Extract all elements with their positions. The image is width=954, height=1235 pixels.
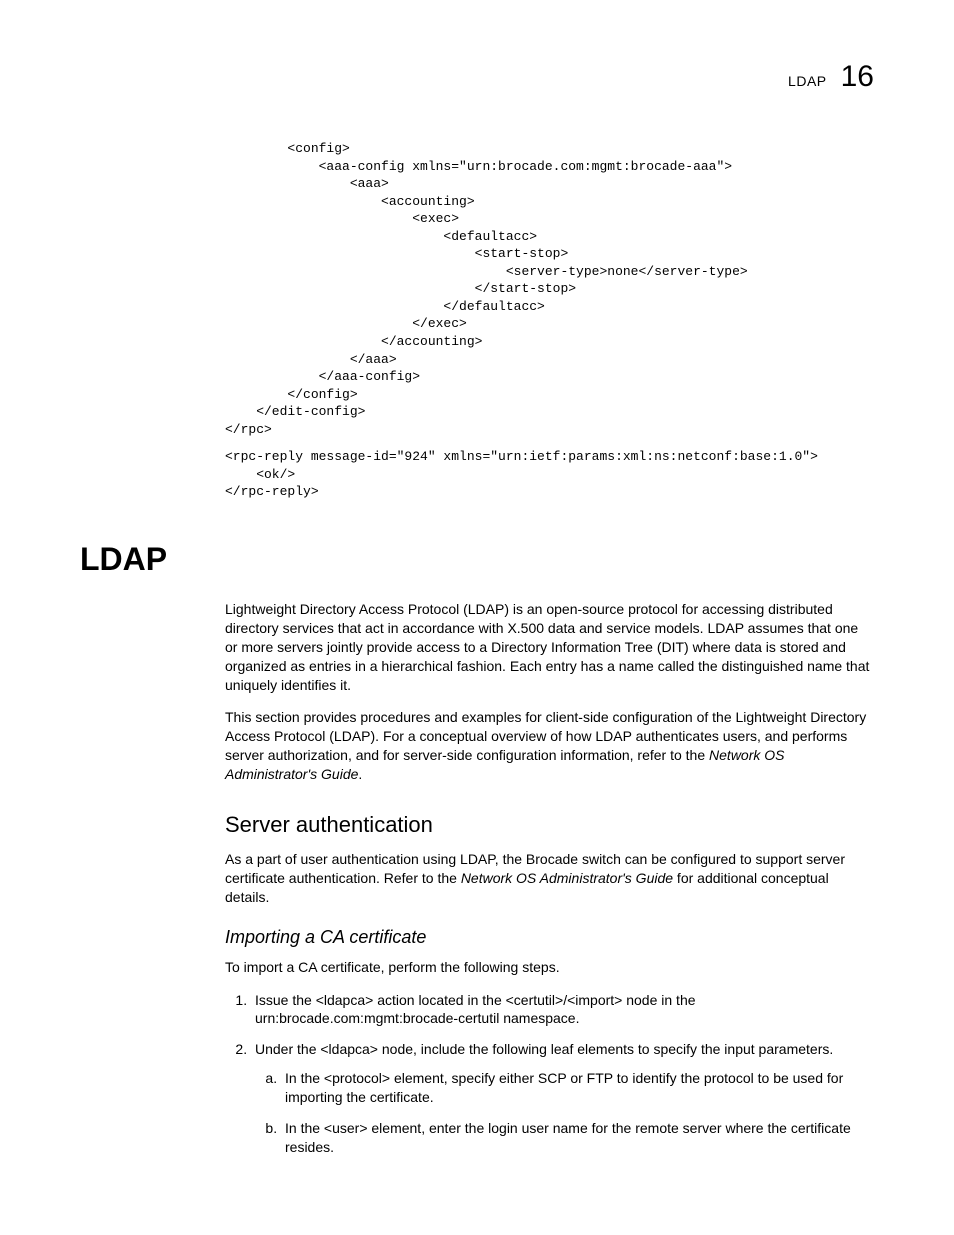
list-item: In the <protocol> element, specify eithe… — [281, 1069, 874, 1107]
code-block-reply: <rpc-reply message-id="924" xmlns="urn:i… — [225, 448, 874, 501]
code-block-config: <config> <aaa-config xmlns="urn:brocade.… — [225, 140, 874, 438]
substep-text: In the <protocol> element, specify eithe… — [285, 1070, 843, 1105]
paragraph: To import a CA certificate, perform the … — [225, 958, 874, 977]
body-text-block: Lightweight Directory Access Protocol (L… — [225, 600, 874, 784]
body-text-block: To import a CA certificate, perform the … — [225, 958, 874, 977]
running-header: LDAP 16 — [788, 60, 874, 94]
step-text: Under the <ldapca> node, include the fol… — [255, 1041, 833, 1057]
text-span: . — [358, 766, 362, 782]
paragraph: As a part of user authentication using L… — [225, 850, 874, 907]
page-content: <config> <aaa-config xmlns="urn:brocade.… — [80, 140, 874, 1157]
subsection-title-server-auth: Server authentication — [225, 812, 874, 838]
step-text: Issue the <ldapca> action located in the… — [255, 992, 696, 1027]
header-label: LDAP — [788, 73, 827, 89]
list-item: Issue the <ldapca> action located in the… — [251, 991, 874, 1029]
body-text-block: As a part of user authentication using L… — [225, 850, 874, 907]
subsub-title-import-ca: Importing a CA certificate — [225, 927, 874, 948]
section-title-ldap: LDAP — [80, 541, 874, 578]
doc-reference: Network OS Administrator's Guide — [461, 870, 673, 886]
paragraph: This section provides procedures and exa… — [225, 708, 874, 784]
list-item: Under the <ldapca> node, include the fol… — [251, 1040, 874, 1156]
list-item: In the <user> element, enter the login u… — [281, 1119, 874, 1157]
substep-text: In the <user> element, enter the login u… — [285, 1120, 851, 1155]
paragraph: Lightweight Directory Access Protocol (L… — [225, 600, 874, 694]
ordered-substeps: In the <protocol> element, specify eithe… — [255, 1069, 874, 1157]
ordered-steps: Issue the <ldapca> action located in the… — [225, 991, 874, 1157]
chapter-number: 16 — [841, 60, 874, 94]
page: LDAP 16 <config> <aaa-config xmlns="urn:… — [0, 0, 954, 1235]
